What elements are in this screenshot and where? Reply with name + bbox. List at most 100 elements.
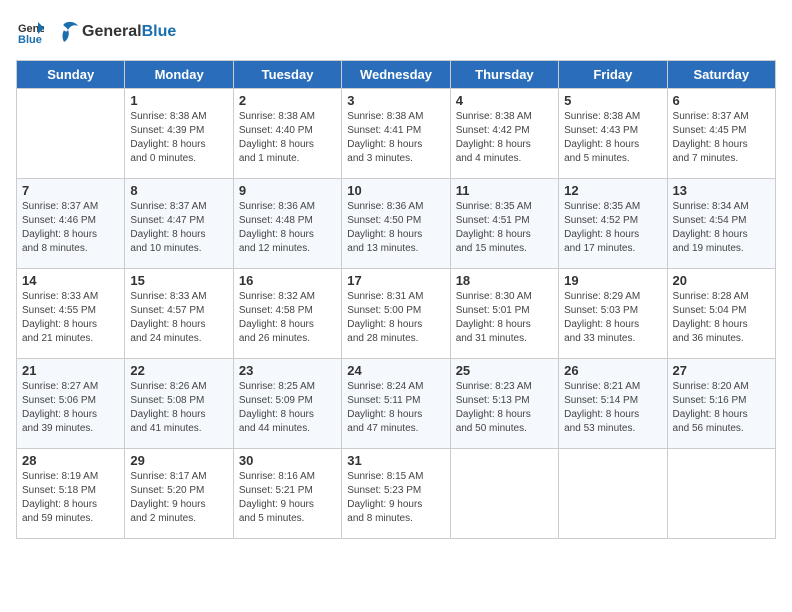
day-info: Sunrise: 8:21 AM Sunset: 5:14 PM Dayligh… (564, 380, 661, 436)
calendar-cell: 25 Sunrise: 8:23 AM Sunset: 5:13 PM Dayli… (450, 359, 558, 449)
day-info: Sunrise: 8:29 AM Sunset: 5:03 PM Dayligh… (564, 290, 661, 346)
calendar-cell (17, 89, 125, 179)
calendar-week-row: 1 Sunrise: 8:38 AM Sunset: 4:39 PM Daylig… (17, 89, 776, 179)
day-number: 11 (456, 183, 553, 198)
day-number: 21 (22, 363, 119, 378)
day-info: Sunrise: 8:33 AM Sunset: 4:57 PM Dayligh… (130, 290, 227, 346)
calendar-cell: 26 Sunrise: 8:21 AM Sunset: 5:14 PM Dayli… (559, 359, 667, 449)
day-info: Sunrise: 8:34 AM Sunset: 4:54 PM Dayligh… (673, 200, 770, 256)
page-header: General Blue GeneralBlue (16, 16, 776, 48)
day-info: Sunrise: 8:20 AM Sunset: 5:16 PM Dayligh… (673, 380, 770, 436)
day-info: Sunrise: 8:37 AM Sunset: 4:47 PM Dayligh… (130, 200, 227, 256)
day-number: 3 (347, 93, 444, 108)
day-info: Sunrise: 8:23 AM Sunset: 5:13 PM Dayligh… (456, 380, 553, 436)
weekday-header-friday: Friday (559, 61, 667, 89)
calendar-week-row: 28 Sunrise: 8:19 AM Sunset: 5:18 PM Dayli… (17, 449, 776, 539)
day-info: Sunrise: 8:28 AM Sunset: 5:04 PM Dayligh… (673, 290, 770, 346)
day-number: 27 (673, 363, 770, 378)
day-info: Sunrise: 8:38 AM Sunset: 4:40 PM Dayligh… (239, 110, 336, 166)
calendar-cell: 1 Sunrise: 8:38 AM Sunset: 4:39 PM Daylig… (125, 89, 233, 179)
calendar-cell: 16 Sunrise: 8:32 AM Sunset: 4:58 PM Dayli… (233, 269, 341, 359)
calendar-cell: 31Sunrise: 8:15 AM Sunset: 5:23 PM Dayli… (342, 449, 450, 539)
day-info: Sunrise: 8:36 AM Sunset: 4:48 PM Dayligh… (239, 200, 336, 256)
calendar-cell: 27 Sunrise: 8:20 AM Sunset: 5:16 PM Dayli… (667, 359, 775, 449)
day-info: Sunrise: 8:33 AM Sunset: 4:55 PM Dayligh… (22, 290, 119, 346)
calendar-week-row: 21 Sunrise: 8:27 AM Sunset: 5:06 PM Dayli… (17, 359, 776, 449)
calendar-cell: 13Sunrise: 8:34 AM Sunset: 4:54 PM Dayli… (667, 179, 775, 269)
day-number: 7 (22, 183, 119, 198)
calendar-cell: 18 Sunrise: 8:30 AM Sunset: 5:01 PM Dayli… (450, 269, 558, 359)
day-info: Sunrise: 8:19 AM Sunset: 5:18 PM Dayligh… (22, 470, 119, 526)
calendar-cell: 15 Sunrise: 8:33 AM Sunset: 4:57 PM Dayli… (125, 269, 233, 359)
day-info: Sunrise: 8:38 AM Sunset: 4:42 PM Dayligh… (456, 110, 553, 166)
day-number: 15 (130, 273, 227, 288)
day-info: Sunrise: 8:35 AM Sunset: 4:52 PM Dayligh… (564, 200, 661, 256)
calendar-cell: 9Sunrise: 8:36 AM Sunset: 4:48 PM Daylig… (233, 179, 341, 269)
calendar-cell: 10Sunrise: 8:36 AM Sunset: 4:50 PM Dayli… (342, 179, 450, 269)
day-info: Sunrise: 8:27 AM Sunset: 5:06 PM Dayligh… (22, 380, 119, 436)
day-number: 12 (564, 183, 661, 198)
calendar-cell: 6 Sunrise: 8:37 AM Sunset: 4:45 PM Daylig… (667, 89, 775, 179)
calendar-cell: 30 Sunrise: 8:16 AM Sunset: 5:21 PM Dayli… (233, 449, 341, 539)
day-info: Sunrise: 8:38 AM Sunset: 4:43 PM Dayligh… (564, 110, 661, 166)
day-number: 26 (564, 363, 661, 378)
day-number: 30 (239, 453, 336, 468)
day-number: 6 (673, 93, 770, 108)
calendar-cell: 5 Sunrise: 8:38 AM Sunset: 4:43 PM Daylig… (559, 89, 667, 179)
day-info: Sunrise: 8:32 AM Sunset: 4:58 PM Dayligh… (239, 290, 336, 346)
day-number: 25 (456, 363, 553, 378)
logo-blue-text: Blue (142, 23, 177, 40)
day-info: Sunrise: 8:37 AM Sunset: 4:46 PM Dayligh… (22, 200, 119, 256)
day-number: 29 (130, 453, 227, 468)
day-number: 2 (239, 93, 336, 108)
day-number: 8 (130, 183, 227, 198)
day-number: 31 (347, 453, 444, 468)
day-number: 19 (564, 273, 661, 288)
weekday-header-tuesday: Tuesday (233, 61, 341, 89)
weekday-header-row: SundayMondayTuesdayWednesdayThursdayFrid… (17, 61, 776, 89)
calendar-cell: 7 Sunrise: 8:37 AM Sunset: 4:46 PM Daylig… (17, 179, 125, 269)
day-number: 23 (239, 363, 336, 378)
calendar-cell: 24Sunrise: 8:24 AM Sunset: 5:11 PM Dayli… (342, 359, 450, 449)
logo-bird-icon (48, 16, 80, 48)
day-info: Sunrise: 8:31 AM Sunset: 5:00 PM Dayligh… (347, 290, 444, 346)
calendar-cell: 22Sunrise: 8:26 AM Sunset: 5:08 PM Dayli… (125, 359, 233, 449)
day-number: 4 (456, 93, 553, 108)
calendar-cell (450, 449, 558, 539)
weekday-header-thursday: Thursday (450, 61, 558, 89)
day-info: Sunrise: 8:17 AM Sunset: 5:20 PM Dayligh… (130, 470, 227, 526)
day-number: 10 (347, 183, 444, 198)
calendar-cell: 17Sunrise: 8:31 AM Sunset: 5:00 PM Dayli… (342, 269, 450, 359)
day-number: 28 (22, 453, 119, 468)
calendar-cell (559, 449, 667, 539)
day-number: 16 (239, 273, 336, 288)
weekday-header-wednesday: Wednesday (342, 61, 450, 89)
day-number: 20 (673, 273, 770, 288)
calendar-cell: 2 Sunrise: 8:38 AM Sunset: 4:40 PM Daylig… (233, 89, 341, 179)
day-info: Sunrise: 8:30 AM Sunset: 5:01 PM Dayligh… (456, 290, 553, 346)
calendar-week-row: 14 Sunrise: 8:33 AM Sunset: 4:55 PM Dayli… (17, 269, 776, 359)
day-number: 1 (130, 93, 227, 108)
calendar-table: SundayMondayTuesdayWednesdayThursdayFrid… (16, 60, 776, 539)
day-info: Sunrise: 8:26 AM Sunset: 5:08 PM Dayligh… (130, 380, 227, 436)
day-number: 5 (564, 93, 661, 108)
calendar-cell: 21 Sunrise: 8:27 AM Sunset: 5:06 PM Dayli… (17, 359, 125, 449)
day-info: Sunrise: 8:37 AM Sunset: 4:45 PM Dayligh… (673, 110, 770, 166)
weekday-header-saturday: Saturday (667, 61, 775, 89)
calendar-cell: 28 Sunrise: 8:19 AM Sunset: 5:18 PM Dayli… (17, 449, 125, 539)
day-info: Sunrise: 8:24 AM Sunset: 5:11 PM Dayligh… (347, 380, 444, 436)
calendar-cell: 12 Sunrise: 8:35 AM Sunset: 4:52 PM Dayli… (559, 179, 667, 269)
day-info: Sunrise: 8:16 AM Sunset: 5:21 PM Dayligh… (239, 470, 336, 526)
calendar-week-row: 7 Sunrise: 8:37 AM Sunset: 4:46 PM Daylig… (17, 179, 776, 269)
calendar-cell: 14 Sunrise: 8:33 AM Sunset: 4:55 PM Dayli… (17, 269, 125, 359)
day-number: 18 (456, 273, 553, 288)
svg-text:Blue: Blue (18, 34, 42, 46)
day-info: Sunrise: 8:38 AM Sunset: 4:39 PM Dayligh… (130, 110, 227, 166)
calendar-cell (667, 449, 775, 539)
day-number: 14 (22, 273, 119, 288)
day-info: Sunrise: 8:25 AM Sunset: 5:09 PM Dayligh… (239, 380, 336, 436)
calendar-cell: 19 Sunrise: 8:29 AM Sunset: 5:03 PM Dayli… (559, 269, 667, 359)
day-info: Sunrise: 8:38 AM Sunset: 4:41 PM Dayligh… (347, 110, 444, 166)
logo-general-text: General (82, 23, 142, 40)
calendar-cell: 29 Sunrise: 8:17 AM Sunset: 5:20 PM Dayli… (125, 449, 233, 539)
